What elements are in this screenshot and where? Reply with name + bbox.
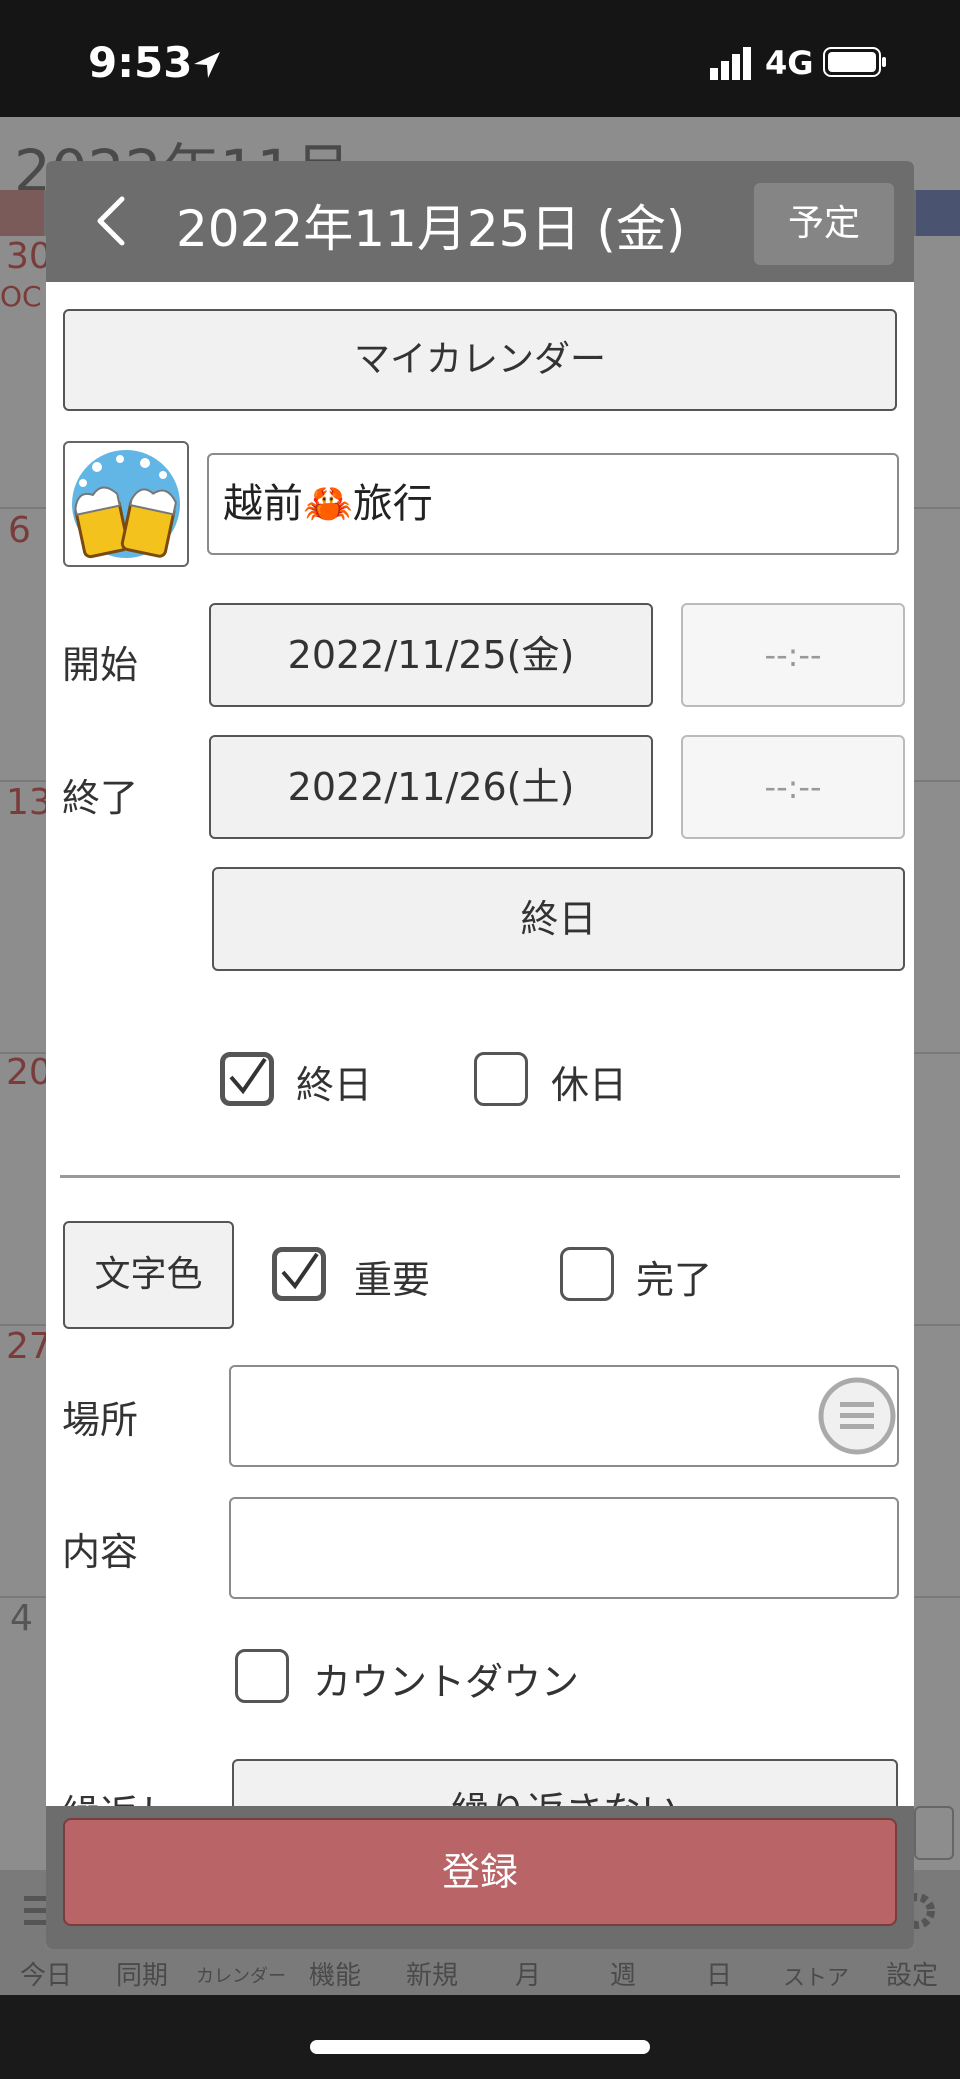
calendar-day-number: 30: [6, 236, 52, 277]
tab-sync[interactable]: 同期: [102, 1955, 182, 1992]
calendar-day-number: 4: [10, 1598, 33, 1639]
tab-functions[interactable]: 機能: [295, 1955, 375, 1992]
beer-mugs-icon: [72, 450, 180, 559]
holiday-checkbox[interactable]: [474, 1052, 528, 1106]
tab-settings[interactable]: 設定: [872, 1955, 952, 1992]
tab-new[interactable]: 新規: [392, 1955, 472, 1992]
battery-icon: [823, 47, 886, 77]
content-input[interactable]: [229, 1497, 899, 1599]
place-label: 場所: [62, 1398, 139, 1442]
important-checkbox[interactable]: [272, 1247, 326, 1301]
all-day-checkbox-label: 終日: [296, 1063, 373, 1107]
tab-today[interactable]: 今日: [6, 1955, 86, 1992]
status-time: 9:53: [88, 38, 193, 87]
done-checkbox[interactable]: [560, 1247, 614, 1301]
back-chevron-icon[interactable]: [82, 191, 142, 251]
calendar-day-number: 13: [6, 782, 52, 823]
tab-store[interactable]: ストア: [776, 1960, 856, 1992]
register-footer: 登録: [46, 1806, 914, 1949]
calendar-event-text: OC: [0, 280, 42, 313]
calendar-day-number: 27: [6, 1326, 52, 1367]
calendar-select-button[interactable]: マイカレンダー: [63, 309, 897, 411]
network-type: 4G: [765, 44, 814, 82]
start-date-button[interactable]: 2022/11/25(金): [209, 603, 653, 707]
list-history-icon[interactable]: [816, 1375, 898, 1457]
tab-month[interactable]: 月: [488, 1955, 568, 1992]
all-day-button[interactable]: 終日: [212, 867, 905, 971]
schedule-type-button[interactable]: 予定: [754, 183, 894, 265]
tab-week[interactable]: 週: [583, 1955, 663, 1992]
tab-calendar[interactable]: カレンダー: [196, 1962, 286, 1988]
important-checkbox-label: 重要: [354, 1258, 431, 1302]
start-label: 開始: [62, 643, 139, 687]
checkmark-icon: [281, 1252, 319, 1290]
content-label: 内容: [62, 1530, 139, 1574]
dialog-title: 2022年11月25日 (金): [176, 200, 686, 258]
event-title-input[interactable]: 越前🦀旅行: [207, 453, 899, 555]
end-label: 終了: [62, 776, 139, 820]
end-date-button[interactable]: 2022/11/26(土): [209, 735, 653, 839]
holiday-checkbox-label: 休日: [551, 1063, 628, 1107]
register-button[interactable]: 登録: [63, 1818, 897, 1926]
all-day-checkbox[interactable]: [220, 1052, 274, 1106]
event-icon-button[interactable]: [63, 441, 189, 567]
calendar-cell-box: [914, 1806, 954, 1860]
text-color-button[interactable]: 文字色: [63, 1221, 234, 1329]
tab-day[interactable]: 日: [679, 1955, 759, 1992]
start-time-field[interactable]: --:--: [681, 603, 905, 707]
checkmark-icon: [229, 1057, 267, 1095]
countdown-checkbox[interactable]: [235, 1649, 289, 1703]
location-arrow-icon: [194, 52, 220, 78]
done-checkbox-label: 完了: [636, 1258, 713, 1302]
signal-icon: [710, 47, 751, 80]
home-indicator[interactable]: [310, 2040, 650, 2054]
countdown-checkbox-label: カウントダウン: [313, 1660, 580, 1704]
home-bar-area: [0, 1995, 960, 2079]
end-time-field[interactable]: --:--: [681, 735, 905, 839]
event-edit-dialog: 2022年11月25日 (金) 予定 マイカレンダー 越前🦀旅行 開始 2022…: [46, 161, 914, 1949]
place-input[interactable]: [229, 1365, 899, 1467]
calendar-day-number: 6: [8, 510, 31, 551]
calendar-day-number: 20: [6, 1052, 52, 1093]
section-divider: [60, 1175, 900, 1178]
